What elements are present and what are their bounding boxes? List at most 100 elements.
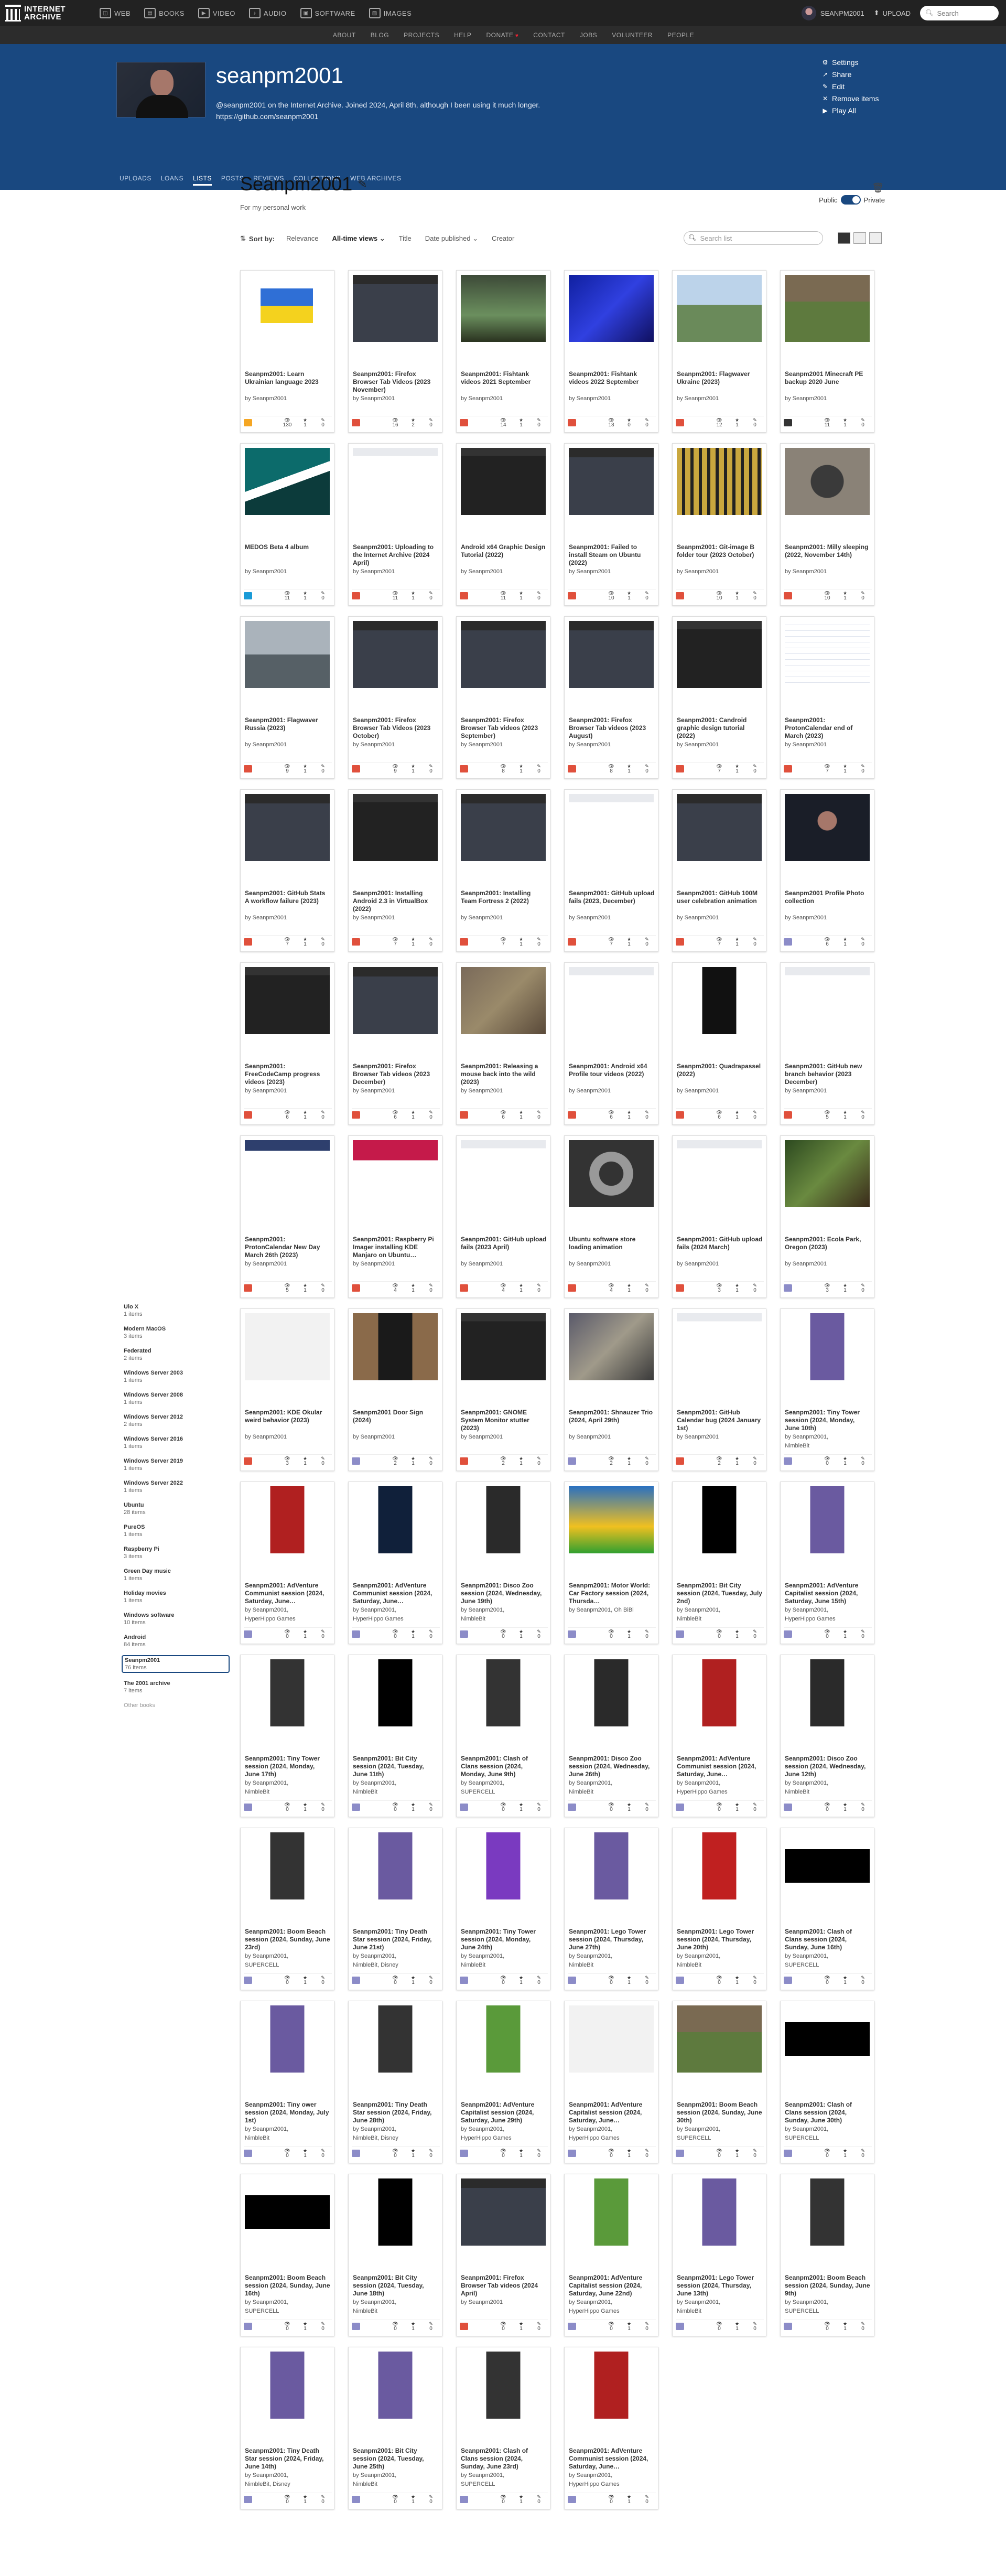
item-title[interactable]: Seanpm2001: Disco Zoo session (2024, Wed… — [569, 1755, 655, 1778]
item-thumbnail[interactable] — [785, 621, 870, 688]
item-thumbnail[interactable] — [569, 794, 654, 861]
item-tile[interactable]: Seanpm2001: Learn Ukrainian language 202… — [240, 270, 334, 433]
profile-link[interactable]: https://github.com/seanpm2001 — [216, 111, 583, 122]
item-title[interactable]: Seanpm2001: AdVenture Communist session … — [569, 2447, 655, 2471]
item-tile[interactable]: Seanpm2001: GitHub 100M user celebration… — [672, 789, 766, 952]
edit-pencil-icon[interactable]: ✎ — [358, 177, 367, 191]
item-tile[interactable]: Seanpm2001: KDE Okular weird behavior (2… — [240, 1308, 334, 1471]
item-tile[interactable]: Seanpm2001: GitHub upload fails (2023, D… — [564, 789, 658, 952]
item-thumbnail[interactable] — [785, 2005, 870, 2073]
item-title[interactable]: Seanpm2001: Learn Ukrainian language 202… — [245, 370, 331, 386]
item-tile[interactable]: Seanpm2001: Firefox Browser Tab videos (… — [456, 616, 550, 779]
item-tile[interactable]: Seanpm2001: Boom Beach session (2024, Su… — [780, 2174, 874, 2336]
item-title[interactable]: Seanpm2001 Door Sign (2024) — [353, 1409, 439, 1424]
item-title[interactable]: Seanpm2001: FreeCodeCamp progress videos… — [245, 1062, 331, 1086]
sidebar-list-item[interactable]: Holiday movies 1 items — [122, 1589, 230, 1605]
sort-option-title[interactable]: Title — [399, 234, 412, 243]
item-thumbnail[interactable] — [785, 1313, 870, 1380]
sidebar-list-item[interactable]: Federated 2 items — [122, 1347, 230, 1362]
item-thumbnail[interactable] — [461, 1659, 546, 1726]
item-thumbnail[interactable] — [677, 2178, 762, 2246]
sidebar-list-item[interactable]: Windows Server 2003 1 items — [122, 1369, 230, 1384]
item-thumbnail[interactable] — [353, 2352, 438, 2419]
search-input[interactable]: 🔍︎ Search — [920, 6, 999, 20]
item-thumbnail[interactable] — [677, 794, 762, 861]
item-title[interactable]: Seanpm2001: ProtonCalendar New Day March… — [245, 1236, 331, 1259]
item-title[interactable]: Seanpm2001: GitHub new branch behavior (… — [785, 1062, 871, 1086]
item-title[interactable]: Seanpm2001: Tiny Death Star session (202… — [353, 2101, 439, 2124]
item-title[interactable]: Seanpm2001: Failed to install Steam on U… — [569, 543, 655, 567]
item-title[interactable]: Seanpm2001: Lego Tower session (2024, Th… — [677, 1928, 763, 1951]
sidebar-list-item[interactable]: Other books — [122, 1701, 230, 1710]
item-tile[interactable]: Seanpm2001: Tiny Tower session (2024, Mo… — [240, 1655, 334, 1817]
item-title[interactable]: Ubuntu software store loading animation — [569, 1236, 655, 1251]
sidebar-list-item[interactable]: Windows Server 2022 1 items — [122, 1479, 230, 1495]
item-tile[interactable]: Seanpm2001: Tiny Death Star session (202… — [240, 2347, 334, 2509]
item-title[interactable]: Seanpm2001: Bit City session (2024, Tues… — [677, 1582, 763, 1605]
item-tile[interactable]: Seanpm2001: ProtonCalendar end of March … — [780, 616, 874, 779]
item-title[interactable]: Seanpm2001: GitHub upload fails (2023, D… — [569, 889, 655, 905]
item-thumbnail[interactable] — [245, 275, 330, 342]
list-compact-view-button[interactable] — [869, 232, 882, 244]
item-thumbnail[interactable] — [677, 275, 762, 342]
item-title[interactable]: Seanpm2001: Boom Beach session (2024, Su… — [245, 1928, 331, 1951]
item-thumbnail[interactable] — [353, 1313, 438, 1380]
item-tile[interactable]: Seanpm2001: Releasing a mouse back into … — [456, 962, 550, 1125]
search-list-input[interactable]: 🔍︎ Search list — [684, 231, 823, 245]
item-title[interactable]: Seanpm2001: GitHub upload fails (2024 Ma… — [677, 1236, 763, 1251]
item-thumbnail[interactable] — [461, 1140, 546, 1207]
item-thumbnail[interactable] — [677, 2005, 762, 2073]
item-tile[interactable]: Seanpm2001: Motor World: Car Factory ses… — [564, 1482, 658, 1644]
item-thumbnail[interactable] — [569, 2352, 654, 2419]
item-tile[interactable]: Seanpm2001: AdVenture Communist session … — [348, 1482, 442, 1644]
sidebar-list-item[interactable]: The 2001 archive 7 items — [122, 1679, 230, 1695]
item-tile[interactable]: Seanpm2001: Fishtank videos 2021 Septemb… — [456, 270, 550, 433]
item-title[interactable]: Seanpm2001: Firefox Browser Tab Videos (… — [353, 716, 439, 740]
item-title[interactable]: Seanpm2001: Flagwaver Ukraine (2023) — [677, 370, 763, 386]
item-tile[interactable]: Seanpm2001 Minecraft PE backup 2020 June… — [780, 270, 874, 433]
item-thumbnail[interactable] — [785, 794, 870, 861]
item-thumbnail[interactable] — [245, 794, 330, 861]
item-thumbnail[interactable] — [677, 1313, 762, 1380]
item-tile[interactable]: Seanpm2001: GitHub upload fails (2023 Ap… — [456, 1135, 550, 1298]
item-title[interactable]: Seanpm2001: Fishtank videos 2021 Septemb… — [461, 370, 547, 386]
item-thumbnail[interactable] — [245, 1140, 330, 1207]
item-tile[interactable]: Seanpm2001: AdVenture Capitalist session… — [564, 2001, 658, 2163]
subnav-help[interactable]: HELP — [454, 31, 471, 39]
item-thumbnail[interactable] — [569, 2005, 654, 2073]
item-thumbnail[interactable] — [677, 1659, 762, 1726]
item-title[interactable]: Seanpm2001: Releasing a mouse back into … — [461, 1062, 547, 1086]
edit-action[interactable]: ✎ Edit — [821, 81, 879, 92]
item-title[interactable]: Seanpm2001: Installing Android 2.3 in Vi… — [353, 889, 439, 913]
item-tile[interactable]: Android x64 Graphic Design Tutorial (202… — [456, 443, 550, 606]
item-tile[interactable]: Seanpm2001: Boom Beach session (2024, Su… — [672, 2001, 766, 2163]
item-thumbnail[interactable] — [785, 1832, 870, 1899]
item-thumbnail[interactable] — [353, 1659, 438, 1726]
item-thumbnail[interactable] — [353, 1140, 438, 1207]
item-thumbnail[interactable] — [461, 1313, 546, 1380]
item-title[interactable]: Seanpm2001: Bit City session (2024, Tues… — [353, 2274, 439, 2298]
item-tile[interactable]: Seanpm2001: Raspberry Pi Imager installi… — [348, 1135, 442, 1298]
item-thumbnail[interactable] — [245, 1659, 330, 1726]
item-thumbnail[interactable] — [677, 1832, 762, 1899]
sidebar-list-item[interactable]: Modern MacOS 3 items — [122, 1325, 230, 1340]
item-title[interactable]: Seanpm2001: GitHub Stats A workflow fail… — [245, 889, 331, 905]
item-tile[interactable]: Seanpm2001: GitHub Stats A workflow fail… — [240, 789, 334, 952]
item-title[interactable]: Seanpm2001: GitHub Calendar bug (2024 Ja… — [677, 1409, 763, 1432]
item-thumbnail[interactable] — [461, 275, 546, 342]
item-thumbnail[interactable] — [353, 1486, 438, 1553]
item-tile[interactable]: Seanpm2001: AdVenture Capitalist session… — [456, 2001, 550, 2163]
tab-lists[interactable]: LISTS — [193, 173, 212, 186]
item-tile[interactable]: Seanpm2001: Bit City session (2024, Tues… — [348, 2347, 442, 2509]
item-title[interactable]: Seanpm2001: Quadrapassel (2022) — [677, 1062, 763, 1078]
item-thumbnail[interactable] — [353, 1832, 438, 1899]
item-thumbnail[interactable] — [785, 1140, 870, 1207]
item-thumbnail[interactable] — [245, 2352, 330, 2419]
item-title[interactable]: Seanpm2001 Profile Photo collection — [785, 889, 871, 905]
item-thumbnail[interactable] — [569, 1832, 654, 1899]
item-thumbnail[interactable] — [461, 1832, 546, 1899]
item-title[interactable]: Seanpm2001: Clash of Clans session (2024… — [785, 2101, 871, 2124]
item-title[interactable]: Seanpm2001: Clash of Clans session (2024… — [785, 1928, 871, 1951]
trash-icon[interactable]: 🗑︎ — [872, 183, 884, 194]
item-tile[interactable]: Seanpm2001: AdVenture Capitalist session… — [780, 1482, 874, 1644]
